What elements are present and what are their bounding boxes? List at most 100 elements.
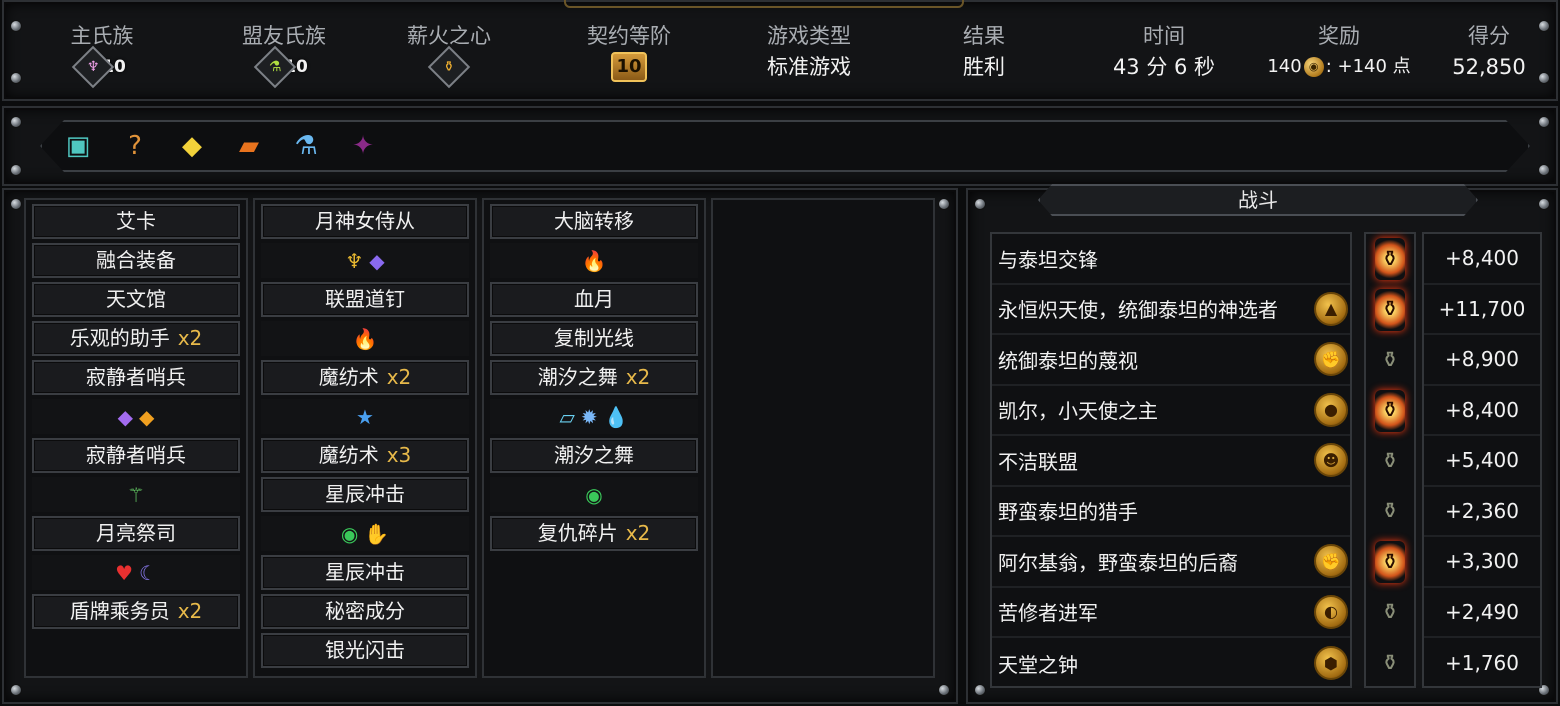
blue-star-icon[interactable]: ★	[356, 405, 374, 429]
rivet	[10, 72, 22, 84]
rivet	[1538, 198, 1550, 210]
crescent-icon[interactable]: ☾	[139, 561, 157, 585]
heart-badge-row: ⚱	[1366, 386, 1414, 437]
battle-row[interactable]: 苦修者进军 ◐	[992, 588, 1350, 638]
main-clan-label: 主氏族	[70, 24, 134, 48]
battle-score: +8,400	[1424, 386, 1540, 436]
crystal-chest-icon[interactable]: ▣	[58, 126, 98, 166]
card[interactable]: 融合装备	[32, 243, 240, 278]
blue-shard-icon[interactable]: ▱	[559, 405, 574, 429]
main-clan-stat[interactable]: 主氏族 ♆ 10	[42, 20, 162, 89]
battle-row[interactable]: 不洁联盟 ☻	[992, 436, 1350, 487]
scroll-icon[interactable]: ▰	[229, 126, 269, 166]
card[interactable]: 星辰冲击	[261, 477, 469, 512]
card-count: x2	[177, 599, 203, 623]
card[interactable]: 血月	[490, 282, 698, 317]
rivet	[938, 198, 950, 210]
battle-row[interactable]: 野蛮泰坦的猎手	[992, 487, 1350, 537]
top-frame-accent	[564, 0, 964, 8]
boss-emblem-icon: ●	[1314, 392, 1348, 427]
combat-title: 战斗	[1038, 184, 1478, 216]
sprout-icon[interactable]: ⚚	[127, 483, 145, 507]
boss-emblem-icon: ⬢	[1314, 646, 1348, 681]
card[interactable]: 月亮祭司	[32, 516, 240, 551]
battle-row[interactable]: 凯尔，小天使之主 ●	[992, 386, 1350, 436]
card[interactable]: 复制光线	[490, 321, 698, 356]
battle-name: 苦修者进军	[998, 601, 1098, 626]
purple-drop-icon[interactable]: 💧	[604, 405, 629, 429]
dark-wand-icon[interactable]: ✦	[343, 126, 383, 166]
card[interactable]: 联盟道钉	[261, 282, 469, 317]
ally-clan-stat[interactable]: 盟友氏族 ⚗ 10	[214, 20, 354, 89]
card[interactable]: 潮汐之舞 x2	[490, 360, 698, 395]
heart-gem-icon[interactable]: ♥	[115, 561, 133, 585]
battle-row[interactable]: 天堂之钟 ⬢	[992, 638, 1350, 689]
green-eye-icon[interactable]: ◉	[341, 522, 358, 546]
green-eye-icon[interactable]: ◉	[585, 483, 602, 507]
amber-gem-icon[interactable]: ◆	[139, 405, 154, 429]
potion-flask-icon[interactable]: ⚗	[286, 126, 326, 166]
card-count: x3	[386, 443, 412, 467]
card[interactable]: 艾卡	[32, 204, 240, 239]
heart-badge-row: ⚱	[1366, 588, 1414, 639]
card[interactable]: 魔纺术 x3	[261, 438, 469, 473]
card[interactable]: 星辰冲击	[261, 555, 469, 590]
crown-spikes-icon[interactable]: ♆	[345, 249, 363, 273]
covenant-stat[interactable]: 契约等阶 10	[564, 20, 694, 84]
card-upgrades: ♥ ☾	[32, 555, 240, 590]
card[interactable]: 月神女侍从	[261, 204, 469, 239]
battle-row[interactable]: 与泰坦交锋	[992, 234, 1350, 285]
rivet	[10, 198, 22, 210]
battle-row[interactable]: 阿尔基翁，野蛮泰坦的后裔 ✊	[992, 537, 1350, 588]
card[interactable]: 银光闪击	[261, 633, 469, 668]
time-label: 时间	[1143, 24, 1185, 48]
rivet	[10, 684, 22, 696]
battle-row[interactable]: 永恒炽天使，统御泰坦的神选者 ▲	[992, 285, 1350, 335]
combat-score-list: +8,400 +11,700 +8,900 +8,400 +5,400 +2,360 +3,…	[1422, 232, 1542, 688]
game-type-value: 标准游戏	[767, 55, 851, 79]
card-upgrades: ⚚	[32, 477, 240, 512]
mystery-box-icon[interactable]: ?	[115, 126, 155, 166]
rivet	[10, 164, 22, 176]
flame-icon[interactable]: 🔥	[582, 249, 607, 273]
heart-badge-row: ⚱	[1366, 638, 1414, 689]
amethyst-gem-icon[interactable]: ◆	[118, 405, 133, 429]
battle-score: +1,760	[1444, 651, 1519, 676]
card-name: 银光闪击	[325, 638, 405, 662]
card-count: x2	[625, 365, 651, 389]
card-name: 盾牌乘务员	[69, 599, 170, 623]
card-count: x2	[177, 326, 203, 350]
battle-score: +2,360	[1424, 487, 1540, 537]
artifact-bar: ▣? ◆ ▰ ⚗ ✦	[2, 106, 1558, 186]
combat-panel: 战斗 与泰坦交锋 永恒炽天使，统御泰坦的神选者 ▲ 统御泰坦的蔑视 ✊ 凯尔，小天使之主 ●…	[966, 188, 1558, 704]
card[interactable]: 魔纺术 x2	[261, 360, 469, 395]
violet-gem-icon[interactable]: ◆	[369, 249, 384, 273]
purple-hand-icon[interactable]: ✋	[364, 522, 389, 546]
frost-burst-icon[interactable]: ✹	[581, 405, 598, 429]
heart-unlit-icon: ⚱	[1380, 499, 1400, 525]
card[interactable]: 盾牌乘务员 x2	[32, 594, 240, 629]
card[interactable]: 天文馆	[32, 282, 240, 317]
golden-shard-icon[interactable]: ◆	[172, 126, 212, 166]
card[interactable]: 潮汐之舞	[490, 438, 698, 473]
card-name: 秘密成分	[325, 599, 405, 623]
score-label: 得分	[1468, 24, 1510, 48]
battle-row[interactable]: 统御泰坦的蔑视 ✊	[992, 335, 1350, 386]
ally-clan-label: 盟友氏族	[242, 24, 326, 48]
card[interactable]: 寂静者哨兵	[32, 438, 240, 473]
game-type-stat: 游戏类型 标准游戏	[744, 20, 874, 84]
card[interactable]: 大脑转移	[490, 204, 698, 239]
rivet	[10, 20, 22, 32]
flame-icon[interactable]: 🔥	[353, 327, 378, 351]
card-name: 融合装备	[96, 248, 176, 272]
card[interactable]: 寂静者哨兵	[32, 360, 240, 395]
heart-badge-row: ⚱	[1366, 487, 1414, 538]
card[interactable]: 乐观的助手 x2	[32, 321, 240, 356]
battle-score: +5,400	[1424, 436, 1540, 487]
card-count: x2	[625, 521, 651, 545]
deck-column-3: 大脑转移 🔥 血月复制光线潮汐之舞 x2 ▱ ✹ 💧 潮汐之舞 ◉ 复仇碎片 x2	[482, 198, 706, 678]
reward-stat: 奖励 140 ◉ : +140 点	[1254, 20, 1424, 84]
ember-heart-stat[interactable]: 薪火之心 ⚱	[384, 20, 514, 89]
card[interactable]: 复仇碎片 x2	[490, 516, 698, 551]
card[interactable]: 秘密成分	[261, 594, 469, 629]
